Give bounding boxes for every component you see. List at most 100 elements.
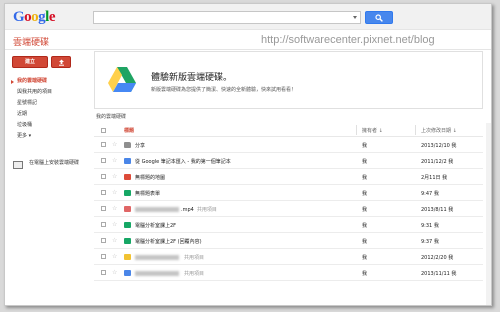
star-icon[interactable]: ☆: [112, 205, 117, 212]
spreadsheet-icon: [124, 222, 131, 228]
new-drive-banner[interactable]: 體驗新版雲端硬碟。 新版雲端硬碟為您提供了簡潔、快速的全新體驗，快來試用看看！: [94, 51, 483, 109]
shared-tag: 共用項目: [196, 207, 217, 213]
file-name-text: 電腦分析室課上2F: [135, 223, 177, 229]
row-checkbox[interactable]: [101, 238, 106, 243]
star-icon[interactable]: ☆: [112, 221, 117, 228]
row-checkbox[interactable]: [101, 142, 106, 147]
file-name[interactable]: 無標題表單: [135, 190, 160, 197]
star-icon[interactable]: ☆: [112, 237, 117, 244]
table-row[interactable]: ☆ 共用項目 我 2013/11/11 我: [94, 265, 483, 281]
modified-cell: 9:37 我: [421, 239, 439, 245]
file-name[interactable]: 共用項目: [135, 270, 204, 277]
row-checkbox[interactable]: [101, 270, 106, 275]
modified-cell: 2月11日 我: [421, 175, 448, 181]
sidebar-item-starred[interactable]: 星號標記: [5, 98, 90, 109]
sidebar-item-my-drive[interactable]: 我的雲端硬碟: [5, 76, 90, 87]
star-icon[interactable]: ☆: [112, 253, 117, 260]
scrollbar[interactable]: [486, 123, 491, 305]
column-owner[interactable]: 擁有者 ↓: [362, 127, 383, 134]
spreadsheet-icon: [124, 190, 131, 196]
table-row[interactable]: ☆ 分享 我 2013/12/10 我: [94, 137, 483, 153]
top-bar: Google: [5, 4, 491, 30]
column-modified[interactable]: 上次修改日期 ↓: [421, 127, 457, 134]
table-row[interactable]: ☆ 共用項目 我 2012/2/20 我: [94, 249, 483, 265]
select-all-checkbox[interactable]: [101, 128, 106, 133]
file-list: 標題 擁有者 ↓ 上次修改日期 ↓ ☆ 分享我 2013/12/10 我 ☆ 從 Goo…: [94, 123, 483, 281]
page-title: 雲端硬碟: [13, 38, 50, 48]
file-name[interactable]: 電腦分析室課上2F: [135, 222, 176, 229]
file-name[interactable]: 電腦分析室課上2F (回覆內容): [135, 238, 202, 245]
redacted-text: [135, 207, 179, 212]
column-title[interactable]: 標題: [124, 127, 134, 134]
create-button[interactable]: 建立: [12, 56, 48, 68]
row-checkbox[interactable]: [101, 190, 106, 195]
computer-icon: [13, 161, 23, 169]
row-checkbox[interactable]: [101, 174, 106, 179]
owner-cell: 我: [362, 159, 368, 165]
file-name[interactable]: 共用項目: [135, 254, 204, 261]
table-row[interactable]: ☆ .mp4 共用項目 我 2013/8/11 我: [94, 201, 483, 217]
breadcrumb[interactable]: 我的雲端硬碟: [96, 113, 126, 120]
sidebar-item-more[interactable]: 更多 ▾: [5, 131, 90, 142]
file-name[interactable]: 無標題的地圖: [135, 174, 165, 181]
shared-tag: 共用項目: [184, 255, 205, 261]
file-name[interactable]: 分享: [135, 142, 145, 149]
sidebar-item-recent[interactable]: 近期: [5, 109, 90, 120]
table-row[interactable]: ☆ 無標題的地圖 我 2月11日 我: [94, 169, 483, 185]
banner-text: 新版雲端硬碟為您提供了簡潔、快速的全新體驗，快來試用看看！: [151, 87, 297, 93]
modified-cell: 2013/11/11 我: [421, 271, 457, 277]
sidebar-item-trash[interactable]: 垃圾桶: [5, 120, 90, 131]
file-name[interactable]: .mp4 共用項目: [135, 206, 217, 213]
star-icon[interactable]: ☆: [112, 269, 117, 276]
owner-cell: 我: [362, 191, 368, 197]
file-name-text: 分享: [135, 143, 146, 149]
file-rows: ☆ 分享我 2013/12/10 我 ☆ 從 Google 筆記本匯入 - 我的第一個筆…: [94, 137, 483, 281]
search-button[interactable]: [365, 11, 393, 24]
row-checkbox[interactable]: [101, 254, 106, 259]
owner-cell: 我: [362, 207, 368, 213]
star-icon[interactable]: ☆: [112, 189, 117, 196]
file-name-text: 無標題的地圖: [135, 175, 166, 181]
google-logo[interactable]: Google: [13, 9, 56, 26]
search-input[interactable]: [93, 11, 361, 24]
owner-cell: 我: [362, 143, 368, 149]
file-list-header: 標題 擁有者 ↓ 上次修改日期 ↓: [94, 123, 483, 137]
star-icon[interactable]: ☆: [112, 141, 117, 148]
modified-cell: 9:47 我: [421, 191, 439, 197]
row-checkbox[interactable]: [101, 222, 106, 227]
file-name-text: 無標題表單: [135, 191, 161, 197]
banner-title: 體驗新版雲端硬碟。: [151, 73, 233, 83]
star-icon[interactable]: ☆: [112, 173, 117, 180]
row-checkbox[interactable]: [101, 206, 106, 211]
logo-letter: G: [13, 9, 25, 25]
drive-logo-icon: [108, 67, 136, 92]
table-row[interactable]: ☆ 從 Google 筆記本匯入 - 我的第一個筆記本 我 2011/12/2 我: [94, 153, 483, 169]
table-row[interactable]: ☆ 電腦分析室課上2F 我 9:31 我: [94, 217, 483, 233]
file-name-text: 從 Google 筆記本匯入 - 我的第一個筆記本: [135, 159, 231, 165]
watermark-url: http://softwarecenter.pixnet.net/blog: [261, 34, 435, 46]
sidebar-nav: 我的雲端硬碟 與我共用的項目 星號標記 近期 垃圾桶 更多 ▾: [5, 76, 90, 142]
chevron-down-icon[interactable]: [353, 16, 357, 19]
row-checkbox[interactable]: [101, 158, 106, 163]
owner-cell: 我: [362, 255, 368, 261]
video-icon: [124, 206, 131, 212]
install-desktop-label: 在電腦上安裝雲端硬碟: [29, 160, 80, 166]
file-name-text: 電腦分析室課上2F (回覆內容): [135, 239, 202, 245]
star-icon[interactable]: ☆: [112, 157, 117, 164]
presentation-icon: [124, 254, 131, 260]
modified-cell: 2013/12/10 我: [421, 143, 457, 149]
document-icon: [124, 158, 131, 164]
spreadsheet-icon: [124, 238, 131, 244]
modified-cell: 2011/12/2 我: [421, 159, 454, 165]
logo-letter: e: [48, 9, 56, 25]
table-row[interactable]: ☆ 電腦分析室課上2F (回覆內容) 我 9:37 我: [94, 233, 483, 249]
upload-button[interactable]: [51, 56, 71, 68]
folder-icon: [124, 142, 131, 148]
owner-cell: 我: [362, 223, 368, 229]
redacted-text: [135, 271, 179, 276]
sidebar-item-shared-with-me[interactable]: 與我共用的項目: [5, 87, 90, 98]
file-name[interactable]: 從 Google 筆記本匯入 - 我的第一個筆記本: [135, 158, 231, 165]
table-row[interactable]: ☆ 無標題表單 我 9:47 我: [94, 185, 483, 201]
modified-cell: 2013/8/11 我: [421, 207, 454, 213]
redacted-text: [135, 255, 179, 260]
